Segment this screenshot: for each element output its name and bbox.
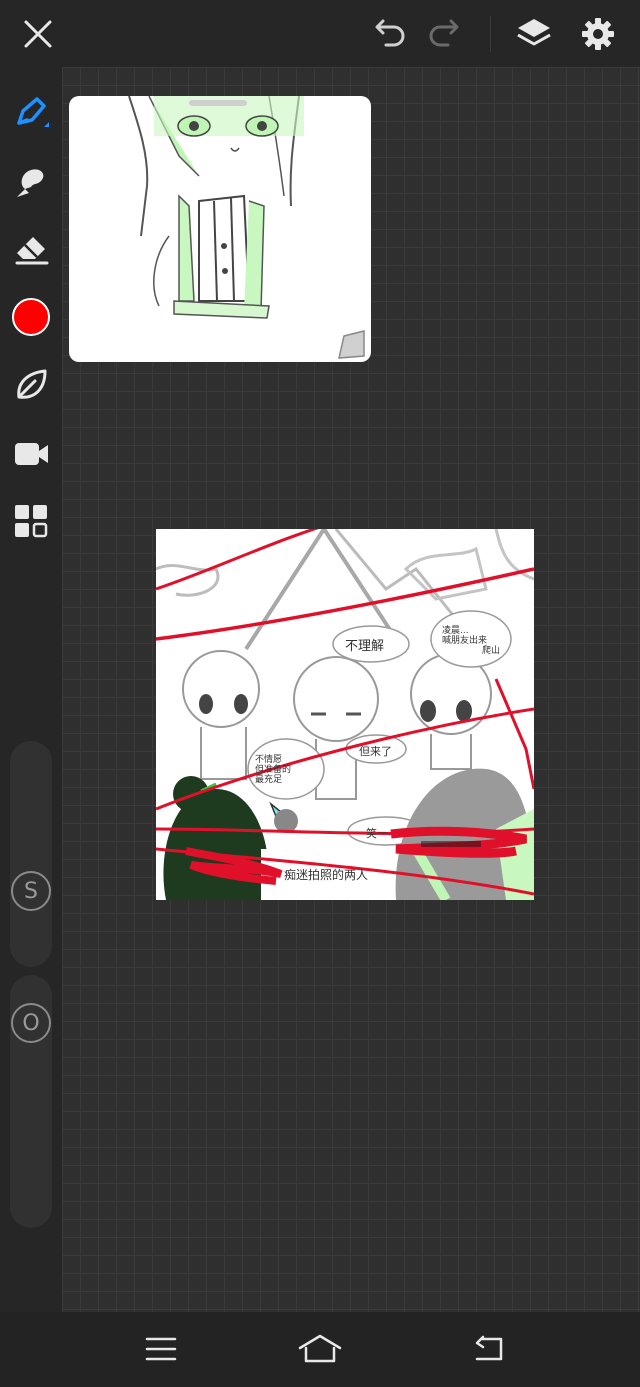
- speech-bubble-3-line2: 但准备的: [255, 765, 292, 775]
- speech-bubble-2: 凌晨... 喊朋友出来 爬山: [442, 626, 500, 656]
- tool-sidebar: S O: [0, 67, 62, 1312]
- color-swatch: [12, 298, 50, 336]
- gallery-button[interactable]: [6, 496, 56, 546]
- leaf-icon: [17, 369, 47, 399]
- brush-size-slider[interactable]: S: [10, 741, 52, 967]
- record-button[interactable]: [6, 428, 56, 478]
- artwork-layer[interactable]: 不理解 凌晨... 喊朋友出来 爬山 不情愿 但准备的 最充足 但来了 笑一 痴…: [156, 529, 534, 900]
- opacity-slider-thumb[interactable]: O: [11, 1003, 51, 1043]
- home-icon: [298, 1334, 342, 1363]
- eraser-icon: [15, 237, 49, 265]
- smudge-tool-button[interactable]: [6, 156, 56, 206]
- speech-bubble-3-line1: 不情愿: [255, 755, 283, 765]
- close-icon: [24, 20, 52, 48]
- speech-bubble-2-line1: 凌晨...: [442, 626, 469, 636]
- shape-tool-button[interactable]: [6, 360, 56, 410]
- size-slider-thumb[interactable]: S: [11, 871, 51, 911]
- speech-bubble-3: 不情愿 但准备的 最充足: [255, 755, 291, 785]
- close-button[interactable]: [14, 10, 62, 58]
- pen-tool-button[interactable]: [6, 88, 56, 138]
- speech-bubble-3-line3: 最充足: [255, 775, 283, 785]
- recent-apps-button[interactable]: [134, 1324, 188, 1374]
- artwork-sketch: [156, 529, 534, 900]
- speech-bubble-5: 笑一: [366, 827, 388, 840]
- redo-icon: [429, 19, 459, 47]
- artwork-caption: 痴迷拍照的两人: [284, 868, 369, 882]
- system-nav-bar: [0, 1312, 640, 1387]
- gear-icon: [582, 18, 614, 50]
- reference-sketch: [128, 96, 365, 359]
- menu-icon: [145, 1337, 177, 1361]
- brush-opacity-slider[interactable]: O: [10, 975, 52, 1228]
- top-toolbar: [0, 0, 640, 67]
- pen-icon: [17, 97, 49, 127]
- toolbar-divider: [490, 16, 491, 52]
- speech-bubble-1: 不理解: [345, 639, 385, 654]
- resize-handle[interactable]: [337, 328, 367, 358]
- speech-bubble-4: 但来了: [359, 745, 392, 758]
- video-icon: [15, 443, 48, 465]
- layers-button[interactable]: [510, 10, 558, 58]
- back-icon: [475, 1335, 503, 1361]
- opacity-label: O: [22, 1010, 40, 1036]
- size-label: S: [24, 878, 38, 904]
- reference-image-panel[interactable]: [69, 96, 371, 362]
- grid-icon: [15, 505, 48, 538]
- color-picker-button[interactable]: [6, 292, 56, 342]
- brush-icon: [17, 169, 44, 197]
- home-button[interactable]: [293, 1324, 347, 1374]
- eraser-tool-button[interactable]: [6, 224, 56, 274]
- speech-bubble-2-line3: 爬山: [482, 646, 501, 656]
- settings-button[interactable]: [574, 10, 622, 58]
- undo-icon: [375, 19, 405, 47]
- redo-button[interactable]: [422, 10, 470, 58]
- speech-bubble-2-line2: 喊朋友出来: [442, 636, 488, 646]
- back-button[interactable]: [461, 1324, 515, 1374]
- undo-button[interactable]: [364, 10, 412, 58]
- layers-icon: [517, 19, 551, 46]
